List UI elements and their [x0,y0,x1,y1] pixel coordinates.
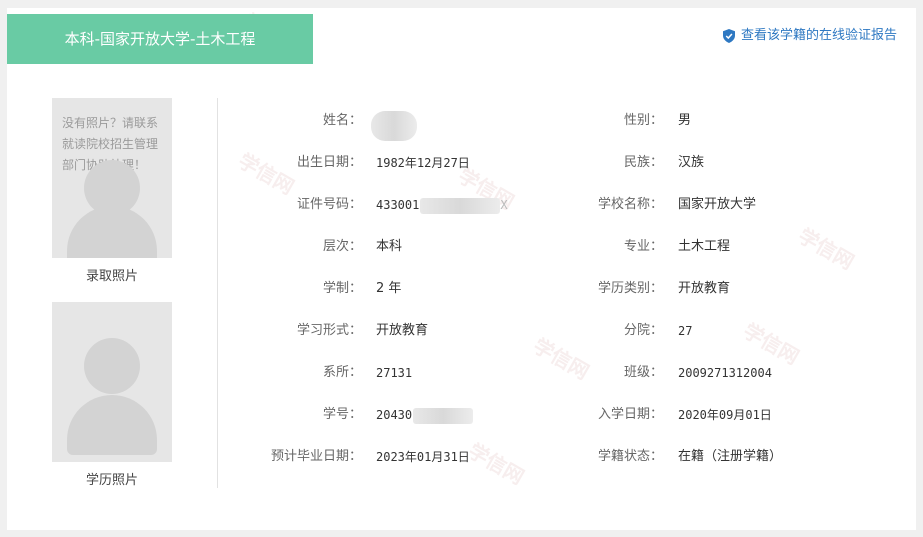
ethnicity-label: 民族： [623,155,663,170]
page-title: 本科-国家开放大学-土木工程 [7,14,313,64]
major-label: 专业： [623,239,663,254]
branch-value: 27 [678,324,693,338]
field-gender: 性别： 男 [7,111,916,131]
ethnicity-value: 汉族 [678,155,705,170]
shield-check-icon [722,29,735,43]
education-type-label: 学历类别： [597,281,663,296]
degree-photo-label: 学历照片 [85,473,138,488]
branch-label: 分院： [623,323,663,338]
avatar-body [67,395,157,455]
field-enroll-date: 入学日期： 2020年09月01日 [7,405,916,425]
status-value: 在籍（注册学籍） [678,449,783,464]
school-label: 学校名称： [597,197,663,212]
field-major: 专业： 土木工程 [7,237,916,257]
class-label: 班级： [623,365,663,380]
enroll-date-value: 2020年09月01日 [678,408,772,422]
education-type-value: 开放教育 [678,281,731,296]
field-education-type: 学历类别： 开放教育 [7,279,916,299]
enroll-date-label: 入学日期： [597,407,663,422]
record-card: 学信网 学信网 学信网 学信网 学信网 学信网 学信网 本科-国家开放大学-土木… [7,8,916,530]
field-branch: 分院： 27 [7,321,916,341]
field-status: 学籍状态： 在籍（注册学籍） [7,447,916,467]
verify-report-label: 查看该学籍的在线验证报告 [740,28,897,43]
gender-label: 性别： [623,113,663,128]
verify-report-link[interactable]: 查看该学籍的在线验证报告 [722,28,897,44]
field-class: 班级： 2009271312004 [7,363,916,383]
school-value: 国家开放大学 [678,197,757,212]
gender-value: 男 [678,113,692,128]
status-label: 学籍状态： [597,449,663,464]
field-ethnicity: 民族： 汉族 [7,153,916,173]
major-value: 土木工程 [678,239,731,254]
field-school: 学校名称： 国家开放大学 [7,195,916,215]
class-value: 2009271312004 [678,366,772,380]
